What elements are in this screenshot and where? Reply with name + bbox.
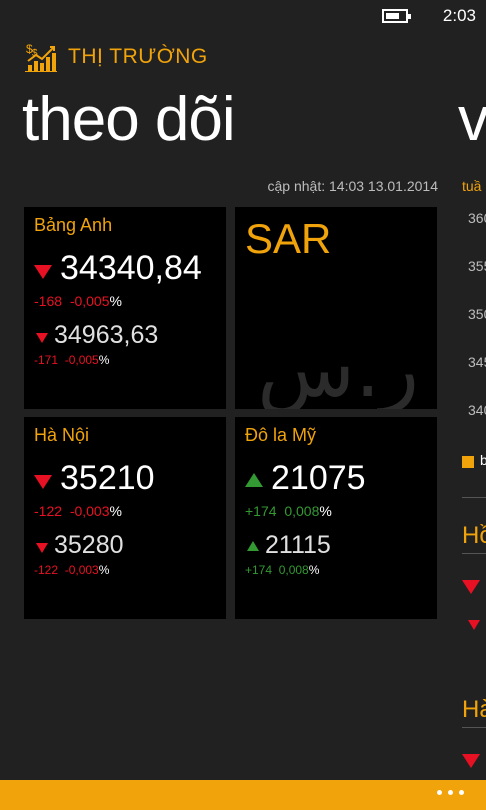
- market-chart-icon: $ $: [25, 42, 57, 72]
- down-arrow-icon: [36, 332, 48, 343]
- currency-code: SAR: [245, 215, 332, 262]
- legend-swatch: [462, 456, 474, 468]
- up-arrow-icon: [245, 472, 263, 487]
- legend-label: b: [480, 452, 486, 468]
- y-tick: 350: [468, 306, 486, 322]
- buy-change-pct: -0,003: [69, 503, 110, 519]
- app-title: THỊ TRƯỜNG: [68, 45, 208, 68]
- pct-sign: %: [308, 563, 320, 577]
- sell-rate: 35280: [54, 531, 124, 559]
- sell-change: +174: [245, 563, 273, 577]
- sell-rate: 21115: [265, 531, 331, 559]
- sell-rate: 34963,63: [54, 321, 159, 349]
- pct-sign: %: [319, 503, 332, 519]
- divider: [462, 553, 486, 554]
- down-arrow-icon: [34, 264, 52, 279]
- chart-range-label: tuầ: [462, 178, 482, 194]
- currency-name: Hà Nội: [34, 425, 90, 445]
- buy-rate: 21075: [271, 459, 366, 497]
- divider: [462, 497, 486, 498]
- y-tick: 355: [468, 258, 486, 274]
- y-tick: 340: [468, 402, 486, 418]
- currency-tile-hanoi[interactable]: Hà Nội 35210 -122 -0,003% 35280 -122 -0,…: [24, 417, 226, 619]
- section-heading: Hồ: [462, 522, 486, 549]
- pivot-header-watchlist[interactable]: theo dõi: [22, 84, 236, 155]
- buy-change: -122: [34, 503, 63, 519]
- app-header: $ $ THỊ TRƯỜNG: [24, 40, 208, 74]
- section-heading: Hà: [462, 696, 486, 723]
- last-updated: cập nhật: 14:03 13.01.2014: [267, 178, 438, 194]
- sell-change-pct: 0,008: [278, 563, 309, 577]
- pct-sign: %: [109, 293, 122, 309]
- buy-rate: 34340,84: [60, 249, 202, 287]
- pct-sign: %: [98, 563, 110, 577]
- sell-change: -122: [34, 563, 59, 577]
- status-bar: 2:03: [0, 0, 486, 34]
- buy-change-pct: 0,008: [284, 503, 320, 519]
- down-arrow-icon: [462, 580, 480, 594]
- app-bar[interactable]: [0, 780, 486, 810]
- sell-change: -171: [34, 353, 59, 367]
- pct-sign: %: [98, 353, 110, 367]
- buy-rate: 35210: [60, 459, 155, 497]
- battery-icon: [382, 9, 411, 23]
- buy-change: -168: [34, 293, 63, 309]
- y-tick: 345: [468, 354, 486, 370]
- currency-name: Đô la Mỹ: [245, 425, 317, 445]
- down-arrow-icon: [468, 620, 480, 630]
- next-panel-peek[interactable]: tuầ 360 355 350 345 340 b Hồ Hà: [458, 0, 486, 810]
- currency-tile-usd[interactable]: Đô la Mỹ 21075 +174 0,008% 21115 +174 0,…: [235, 417, 437, 619]
- currency-tile-sar[interactable]: SAR ر.س: [235, 207, 437, 409]
- divider: [462, 727, 486, 728]
- currency-name: Bảng Anh: [34, 215, 113, 235]
- buy-change-pct: -0,005: [69, 293, 110, 309]
- sell-change-pct: -0,005: [64, 353, 99, 367]
- sell-change-pct: -0,003: [64, 563, 99, 577]
- up-arrow-icon: [247, 540, 259, 551]
- currency-tile-gbp[interactable]: Bảng Anh 34340,84 -168 -0,005% 34963,63 …: [24, 207, 226, 409]
- more-options-icon[interactable]: [437, 790, 464, 795]
- currency-symbol: ر.س: [257, 322, 419, 409]
- buy-change: +174: [245, 503, 277, 519]
- down-arrow-icon: [34, 474, 52, 489]
- y-tick: 360: [468, 210, 486, 226]
- down-arrow-icon: [462, 754, 480, 768]
- down-arrow-icon: [36, 542, 48, 553]
- pct-sign: %: [109, 503, 122, 519]
